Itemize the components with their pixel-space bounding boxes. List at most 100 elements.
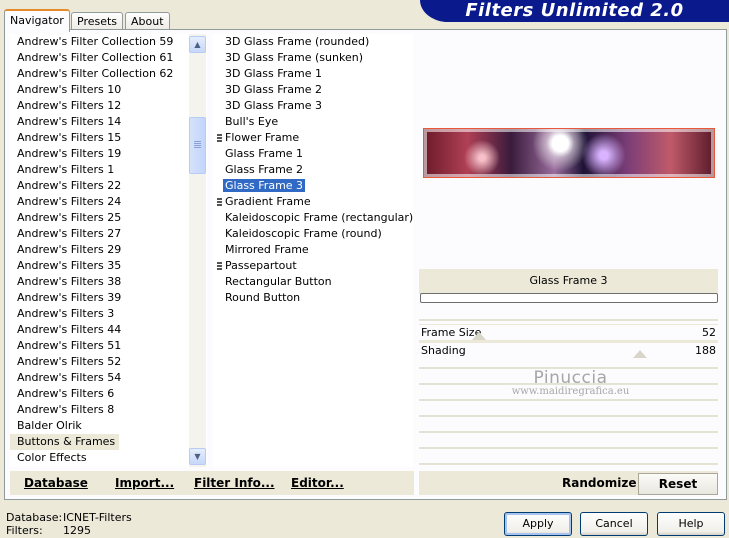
has-presets-marker-icon bbox=[217, 134, 222, 143]
filter-item[interactable]: Flower Frame bbox=[213, 130, 413, 146]
category-item[interactable]: Andrew's Filter Collection 59 bbox=[10, 34, 207, 50]
category-item[interactable]: Andrew's Filters 27 bbox=[10, 226, 207, 242]
filter-item-label: Flower Frame bbox=[225, 131, 300, 144]
category-item[interactable]: Andrew's Filters 10 bbox=[10, 82, 207, 98]
category-item[interactable]: Andrew's Filters 38 bbox=[10, 274, 207, 290]
param-label: Shading bbox=[421, 344, 466, 357]
filter-item-label: Kaleidoscopic Frame (rectangular) bbox=[225, 211, 413, 224]
category-item[interactable]: Andrew's Filter Collection 61 bbox=[10, 50, 207, 66]
category-item[interactable]: Andrew's Filters 29 bbox=[10, 242, 207, 258]
watermark-url: www.maidiregrafica.eu bbox=[511, 386, 630, 397]
category-item[interactable]: Color Effects bbox=[10, 450, 207, 466]
database-status: Database:ICNET-Filters bbox=[6, 511, 132, 524]
category-scrollbar[interactable]: ▲ ▼ bbox=[189, 34, 206, 467]
category-item[interactable]: Balder Olrik bbox=[10, 418, 207, 434]
category-item[interactable]: Andrew's Filters 6 bbox=[10, 386, 207, 402]
filter-item-label: Mirrored Frame bbox=[225, 243, 309, 256]
import-button[interactable]: Import... bbox=[115, 476, 174, 490]
category-item[interactable]: Andrew's Filters 15 bbox=[10, 130, 207, 146]
category-list[interactable]: Andrew's Filter Collection 59 Andrew's Fi… bbox=[10, 34, 207, 467]
filter-item-label: Glass Frame 2 bbox=[225, 163, 304, 176]
cancel-button[interactable]: Cancel bbox=[580, 512, 648, 536]
category-item[interactable]: Andrew's Filters 54 bbox=[10, 370, 207, 386]
filter-item-label: Rectangular Button bbox=[225, 275, 332, 288]
category-item[interactable]: Andrew's Filters 14 bbox=[10, 114, 207, 130]
filter-item-label: Kaleidoscopic Frame (round) bbox=[225, 227, 382, 240]
filter-item[interactable]: Kaleidoscopic Frame (rectangular) bbox=[213, 210, 413, 226]
scroll-down-arrow-icon[interactable]: ▼ bbox=[189, 448, 206, 465]
filter-item-label: Gradient Frame bbox=[225, 195, 311, 208]
filter-item[interactable]: 3D Glass Frame 2 bbox=[213, 82, 413, 98]
filter-item[interactable]: 3D Glass Frame 1 bbox=[213, 66, 413, 82]
filter-item[interactable]: 3D Glass Frame 3 bbox=[213, 98, 413, 114]
preview-image bbox=[423, 128, 715, 178]
filter-item-label: 3D Glass Frame (rounded) bbox=[225, 35, 370, 48]
filter-item[interactable]: Round Button bbox=[213, 290, 413, 306]
editor-button[interactable]: Editor... bbox=[291, 476, 344, 490]
category-item[interactable]: Andrew's Filters 25 bbox=[10, 210, 207, 226]
filter-item[interactable]: Mirrored Frame bbox=[213, 242, 413, 258]
filters-count-value: 1295 bbox=[63, 524, 91, 537]
scroll-thumb[interactable] bbox=[189, 117, 206, 174]
filter-item[interactable]: 3D Glass Frame (rounded) bbox=[213, 34, 413, 50]
scroll-up-arrow-icon[interactable]: ▲ bbox=[189, 36, 206, 53]
param-value: 52 bbox=[702, 326, 716, 339]
category-item[interactable]: Andrew's Filters 51 bbox=[10, 338, 207, 354]
filters-count-status: Filters: 1295 bbox=[6, 524, 91, 537]
filter-item-label: Glass Frame 3 bbox=[223, 179, 306, 192]
param-shading[interactable]: Shading 188 bbox=[419, 343, 718, 359]
help-button[interactable]: Help bbox=[657, 512, 725, 536]
category-item[interactable]: Andrew's Filters 19 bbox=[10, 146, 207, 162]
filter-item[interactable]: Bull's Eye bbox=[213, 114, 413, 130]
tab-navigator[interactable]: Navigator bbox=[4, 9, 70, 32]
filter-item-label: 3D Glass Frame 2 bbox=[225, 83, 323, 96]
tab-about[interactable]: About bbox=[125, 12, 170, 30]
filter-item[interactable]: Glass Frame 3 bbox=[213, 178, 413, 194]
filters-label: Filters: bbox=[6, 524, 43, 537]
filter-item-label: Round Button bbox=[225, 291, 301, 304]
apply-button[interactable]: Apply bbox=[504, 512, 572, 536]
category-item[interactable]: Andrew's Filters 22 bbox=[10, 178, 207, 194]
category-item[interactable]: Buttons & Frames bbox=[10, 434, 120, 450]
category-item[interactable]: Andrew's Filters 35 bbox=[10, 258, 207, 274]
filter-item[interactable]: Kaleidoscopic Frame (round) bbox=[213, 226, 413, 242]
filter-item-label: 3D Glass Frame 1 bbox=[225, 67, 323, 80]
filter-item[interactable]: Gradient Frame bbox=[213, 194, 413, 210]
filter-item[interactable]: 3D Glass Frame (sunken) bbox=[213, 50, 413, 66]
filter-item[interactable]: Passepartout bbox=[213, 258, 413, 274]
filter-item-label: Passepartout bbox=[225, 259, 297, 272]
has-presets-marker-icon bbox=[217, 198, 222, 207]
current-filter-name: Glass Frame 3 bbox=[529, 274, 608, 287]
param-value: 188 bbox=[695, 344, 716, 357]
category-item[interactable]: Andrew's Filters 52 bbox=[10, 354, 207, 370]
frame-size-slider-thumb[interactable] bbox=[471, 332, 486, 340]
watermark: Pinuccia www.maidiregrafica.eu bbox=[508, 368, 633, 397]
database-label: Database: bbox=[6, 511, 63, 524]
shading-slider-thumb[interactable] bbox=[633, 350, 648, 358]
watermark-name: Pinuccia bbox=[533, 368, 608, 388]
category-item[interactable]: Andrew's Filters 44 bbox=[10, 322, 207, 338]
category-item[interactable]: Andrew's Filter Collection 62 bbox=[10, 66, 207, 82]
filter-item[interactable]: Rectangular Button bbox=[213, 274, 413, 290]
app-banner-title: Filters Unlimited 2.0 bbox=[420, 0, 729, 22]
has-presets-marker-icon bbox=[217, 262, 222, 271]
category-item[interactable]: Andrew's Filters 39 bbox=[10, 290, 207, 306]
tab-presets[interactable]: Presets bbox=[71, 12, 124, 30]
category-item[interactable]: Andrew's Filters 24 bbox=[10, 194, 207, 210]
param-frame-size[interactable]: Frame Size 52 bbox=[419, 325, 718, 341]
category-item[interactable]: Andrew's Filters 12 bbox=[10, 98, 207, 114]
filter-item[interactable]: Glass Frame 2 bbox=[213, 162, 413, 178]
reset-button[interactable]: Reset bbox=[638, 473, 718, 495]
database-value: ICNET-Filters bbox=[63, 511, 132, 524]
filter-item-label: 3D Glass Frame 3 bbox=[225, 99, 323, 112]
category-item[interactable]: Andrew's Filters 8 bbox=[10, 402, 207, 418]
filter-info-button[interactable]: Filter Info... bbox=[194, 476, 275, 490]
database-button[interactable]: Database bbox=[24, 476, 88, 490]
filter-item-label: 3D Glass Frame (sunken) bbox=[225, 51, 363, 64]
filter-item[interactable]: Glass Frame 1 bbox=[213, 146, 413, 162]
progress-bar bbox=[420, 293, 718, 303]
filter-list[interactable]: 3D Glass Frame (rounded) 3D Glass Frame (… bbox=[213, 34, 413, 467]
category-item[interactable]: Andrew's Filters 3 bbox=[10, 306, 207, 322]
category-item[interactable]: Andrew's Filters 1 bbox=[10, 162, 207, 178]
randomize-button[interactable]: Randomize bbox=[562, 476, 636, 490]
